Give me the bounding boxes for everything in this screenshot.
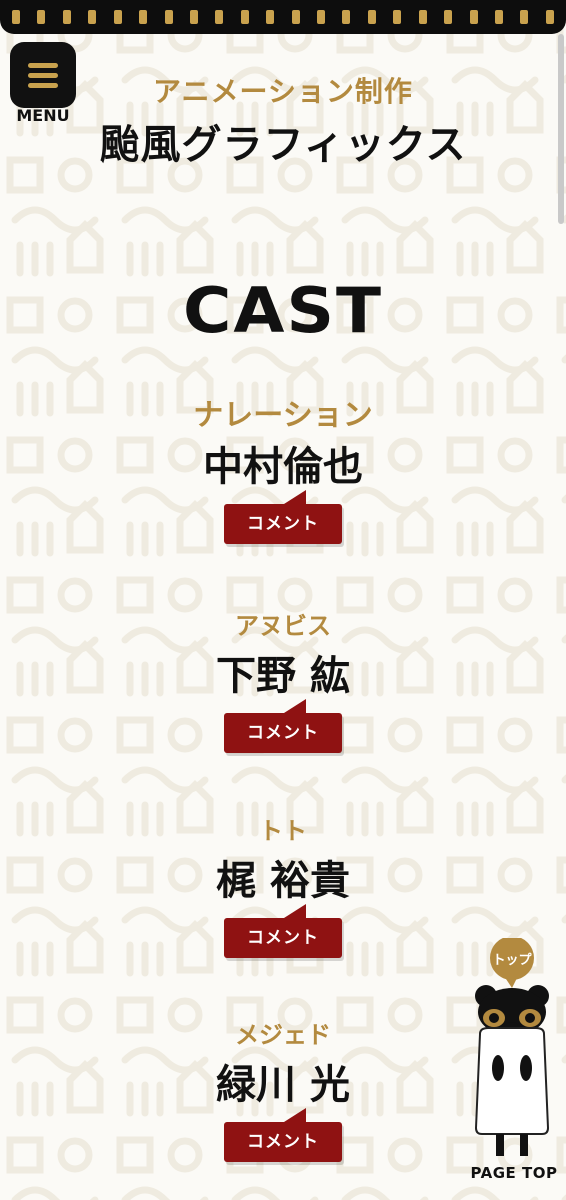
cast-entry-anubis: アヌビス 下野 紘 コメント <box>0 606 566 753</box>
film-hole <box>342 10 351 24</box>
film-hole <box>495 10 504 24</box>
film-hole <box>164 10 173 24</box>
film-hole <box>113 10 122 24</box>
comment-button[interactable]: コメント <box>224 490 342 544</box>
cast-role: ナレーション <box>193 398 373 433</box>
film-hole <box>545 10 554 24</box>
film-hole <box>520 10 529 24</box>
film-hole <box>215 10 224 24</box>
film-hole <box>88 10 97 24</box>
site-subtitle: アニメーション制作 <box>153 75 413 108</box>
cast-entry-narration: ナレーション 中村倫也 コメント <box>0 390 566 544</box>
cast-heading: CAST <box>182 273 384 348</box>
cast-role: アヌビス <box>235 612 331 640</box>
film-hole <box>317 10 326 24</box>
film-hole <box>367 10 376 24</box>
film-hole <box>240 10 249 24</box>
page-top-bubble-label: トップ <box>492 953 532 968</box>
menu-label[interactable]: MENU <box>0 106 86 125</box>
scrollbar[interactable] <box>558 34 564 224</box>
film-hole <box>37 10 46 24</box>
film-hole <box>393 10 402 24</box>
medjed-mascot-icon: トップ <box>474 938 550 1156</box>
cast-actor: 中村倫也 <box>203 444 363 490</box>
film-hole <box>266 10 275 24</box>
film-hole <box>189 10 198 24</box>
cast-actor: 梶 裕貴 <box>216 858 350 904</box>
page-top-label[interactable]: PAGE TOP <box>462 1164 566 1182</box>
film-hole <box>12 10 20 24</box>
cast-actor: 下野 紘 <box>216 653 350 699</box>
cast-entry-thoth: トト 梶 裕貴 コメント <box>0 811 566 958</box>
menu-button[interactable] <box>10 42 76 108</box>
comment-button[interactable]: コメント <box>224 904 342 958</box>
film-hole <box>418 10 427 24</box>
film-hole <box>444 10 453 24</box>
comment-button[interactable]: コメント <box>224 1108 342 1162</box>
film-hole <box>469 10 478 24</box>
film-hole <box>62 10 71 24</box>
cast-role: トト <box>259 817 307 845</box>
page-top-button[interactable]: トップ PAGE TOP <box>462 938 566 1188</box>
comment-button[interactable]: コメント <box>224 699 342 753</box>
film-hole <box>291 10 300 24</box>
film-strip-header <box>0 0 566 34</box>
film-hole <box>139 10 148 24</box>
hamburger-icon <box>28 58 58 93</box>
